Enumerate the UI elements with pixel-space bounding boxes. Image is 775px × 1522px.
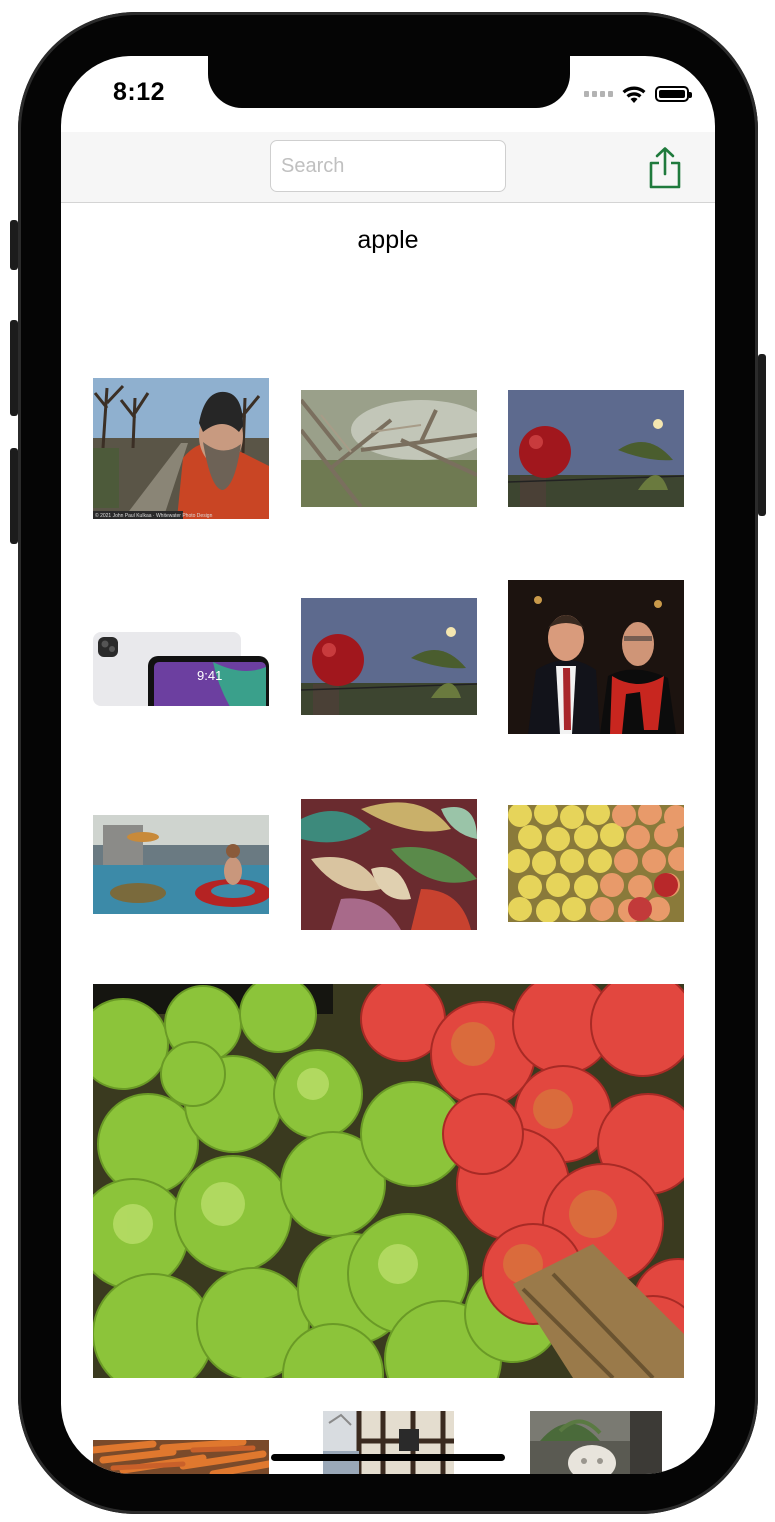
volume-up-button <box>10 320 18 416</box>
photo-bare-branches[interactable] <box>301 390 477 507</box>
photo-pool-float[interactable] <box>93 815 269 914</box>
search-input[interactable] <box>270 140 506 192</box>
photo-red-apple-on-post-2[interactable] <box>301 598 477 715</box>
mute-switch <box>10 220 18 270</box>
home-indicator <box>271 1454 505 1461</box>
status-icons <box>584 84 692 104</box>
photo-yellow-apples[interactable] <box>508 805 684 922</box>
photo-green-and-red-apples-large[interactable] <box>93 984 684 1378</box>
volume-down-button <box>10 448 18 544</box>
photo-timber-building[interactable] <box>323 1411 454 1474</box>
photo-bearded-man-road[interactable]: © 2021 John Paul Kulkaa · Whitewater Pho… <box>93 378 269 519</box>
photo-watermark: © 2021 John Paul Kulkaa · Whitewater Pho… <box>95 512 213 519</box>
photo-carrots[interactable] <box>93 1440 269 1474</box>
ipad-screen-time: 9:41 <box>197 668 222 683</box>
status-time: 8:12 <box>113 78 166 106</box>
navigation-bar <box>61 132 715 203</box>
notch <box>208 56 570 108</box>
wifi-icon <box>622 86 646 103</box>
photo-lion-statue[interactable] <box>530 1411 662 1474</box>
photo-red-apple-on-post[interactable] <box>508 390 684 507</box>
photo-ipad-pro[interactable]: 9:41 <box>93 632 269 706</box>
photo-two-men-red-scarf[interactable] <box>508 580 684 734</box>
photo-abstract-leaves[interactable] <box>301 799 477 930</box>
search-query-label: apple <box>357 226 419 254</box>
app-screen: 8:12 apple <box>61 56 715 1474</box>
power-button <box>758 354 766 516</box>
battery-icon <box>655 86 692 102</box>
share-icon[interactable] <box>645 146 685 190</box>
cellular-signal-icon <box>584 91 613 97</box>
